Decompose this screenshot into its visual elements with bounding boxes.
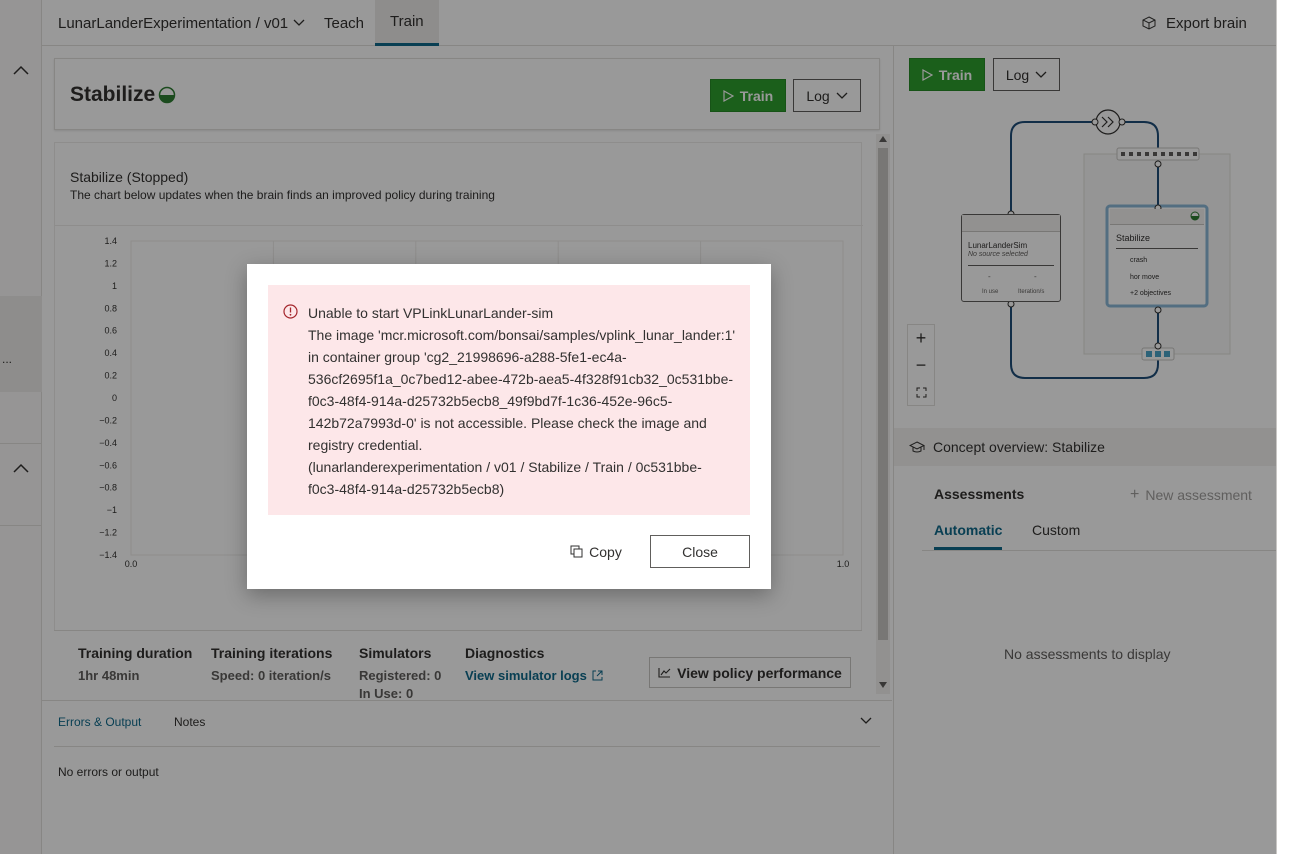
window-edge: [1276, 0, 1290, 854]
error-line: f0c3-48f4-914a-d25732b5ecb8): [308, 481, 505, 497]
error-line: 142b72a7993d-0' is not accessible. Pleas…: [308, 415, 707, 431]
copy-icon: [570, 545, 583, 558]
error-line: in container group 'cg2_21998696-a288-5f…: [308, 349, 627, 365]
error-line: registry credential.: [308, 437, 423, 453]
copy-button[interactable]: Copy: [560, 535, 632, 568]
error-line: Unable to start VPLinkLunarLander-sim: [308, 305, 554, 321]
copy-label: Copy: [589, 543, 622, 560]
close-label: Close: [682, 543, 718, 560]
error-line: (lunarlanderexperimentation / v01 / Stab…: [308, 459, 702, 475]
error-line: f0c3-48f4-914a-d25732b5ecb8_49f9bd7f-1c3…: [308, 393, 673, 409]
error-line: 536cf2695f1a_0c7bed12-abee-472b-aea5-4f3…: [308, 371, 734, 387]
error-icon: [283, 304, 298, 319]
error-line: The image 'mcr.microsoft.com/bonsai/samp…: [308, 327, 736, 343]
close-button[interactable]: Close: [650, 535, 750, 568]
error-text: Unable to start VPLinkLunarLander-sim Th…: [308, 302, 740, 500]
